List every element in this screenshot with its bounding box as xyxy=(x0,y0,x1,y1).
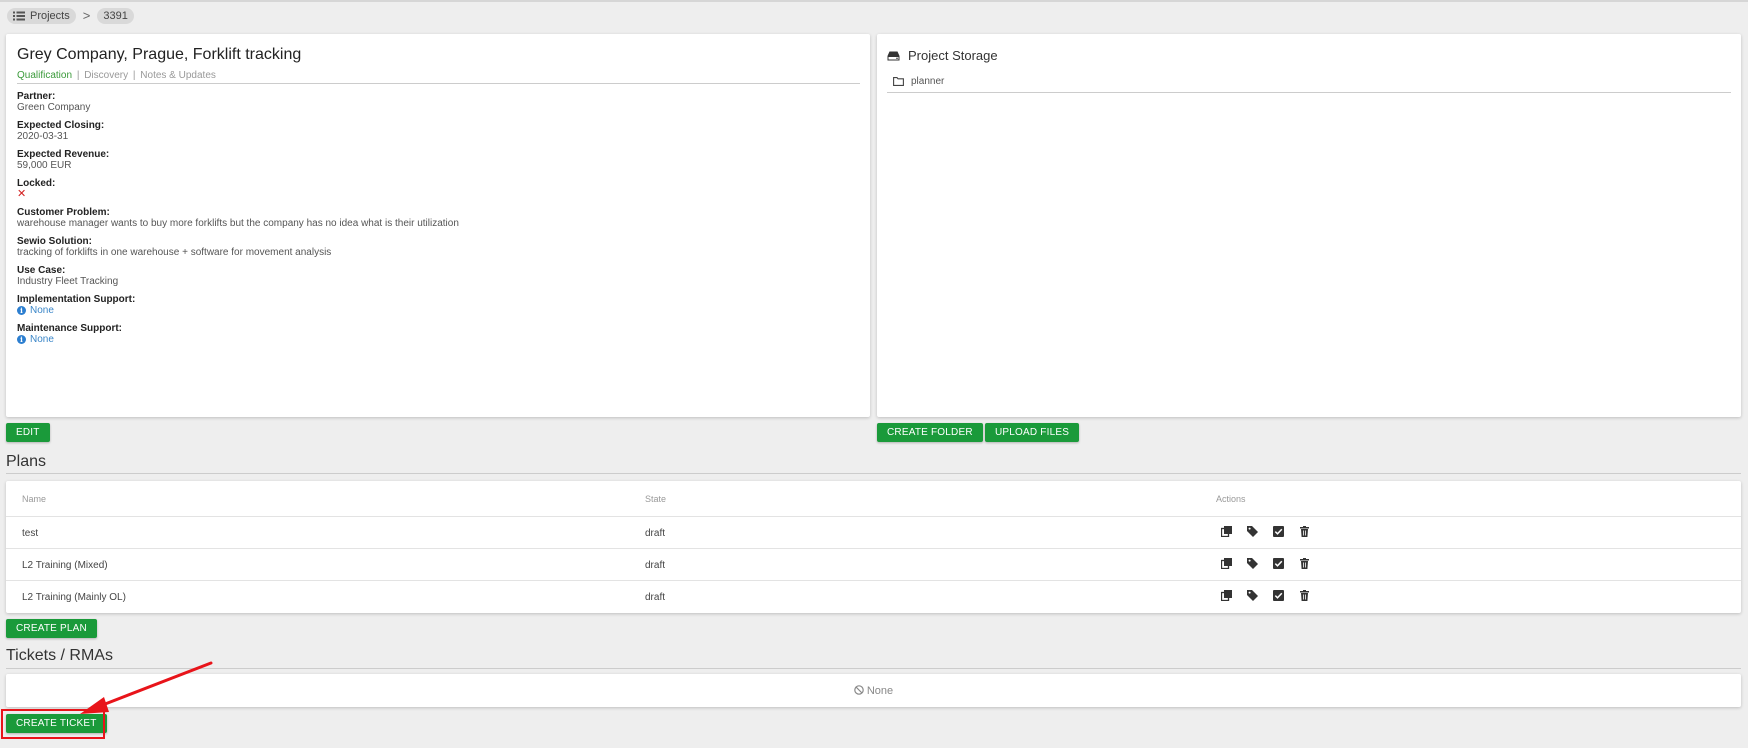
project-title: Grey Company, Prague, Forklift tracking xyxy=(17,46,302,63)
top-border xyxy=(0,0,1748,2)
breadcrumb-separator: > xyxy=(82,8,91,23)
breadcrumb-projects[interactable]: Projects xyxy=(7,8,76,24)
tab-separator: | xyxy=(76,70,80,81)
row-actions xyxy=(1221,558,1325,569)
tickets-list: None xyxy=(6,674,1741,707)
cross-icon: ✕ xyxy=(17,188,27,200)
field-value: 59,000 EUR xyxy=(17,160,72,171)
row-actions xyxy=(1221,590,1325,601)
field-label: Customer Problem: xyxy=(17,207,110,218)
field-use-case: Use Case: Industry Fleet Tracking xyxy=(17,265,860,287)
trash-icon[interactable] xyxy=(1299,558,1310,569)
storage-divider xyxy=(887,92,1731,93)
tickets-empty-state: None xyxy=(6,685,1741,697)
tag-icon[interactable] xyxy=(1247,526,1258,537)
hard-drive-icon xyxy=(887,51,900,60)
column-state: State xyxy=(645,494,667,504)
tickets-rule xyxy=(6,668,1741,669)
field-partner: Partner: Green Company xyxy=(17,91,860,113)
field-value: Industry Fleet Tracking xyxy=(17,276,119,287)
project-tabs: Qualification | Discovery | Notes & Upda… xyxy=(17,70,860,84)
list-icon xyxy=(13,11,25,21)
field-label: Locked: xyxy=(17,178,56,189)
plan-name[interactable]: L2 Training (Mixed) xyxy=(22,560,108,571)
table-row: test draft xyxy=(6,517,1741,549)
row-actions xyxy=(1221,526,1325,537)
trash-icon[interactable] xyxy=(1299,526,1310,537)
breadcrumb-projects-label: Projects xyxy=(30,10,70,22)
tab-notes-updates[interactable]: Notes & Updates xyxy=(140,70,216,81)
upload-files-button[interactable]: UPLOAD FILES xyxy=(985,423,1080,442)
tab-discovery[interactable]: Discovery xyxy=(84,70,128,81)
folder-name: planner xyxy=(911,75,945,87)
storage-title: Project Storage xyxy=(908,48,998,63)
plans-heading: Plans xyxy=(6,453,47,470)
field-value: 2020-03-31 xyxy=(17,131,69,142)
field-label: Expected Revenue: xyxy=(17,149,110,160)
project-storage-card: Project Storage planner xyxy=(877,34,1741,417)
table-row: L2 Training (Mixed) draft xyxy=(6,549,1741,581)
field-expected-closing: Expected Closing: 2020-03-31 xyxy=(17,120,860,142)
tag-icon[interactable] xyxy=(1247,558,1258,569)
field-implementation-support: Implementation Support: i None xyxy=(17,294,860,316)
field-value[interactable]: i None xyxy=(17,334,860,345)
field-value: Green Company xyxy=(17,102,91,113)
field-sewio-solution: Sewio Solution: tracking of forklifts in… xyxy=(17,236,860,258)
copy-icon[interactable] xyxy=(1221,558,1232,569)
copy-icon[interactable] xyxy=(1221,526,1232,537)
checkbox-icon[interactable] xyxy=(1273,558,1284,569)
breadcrumb-id-label: 3391 xyxy=(103,10,128,22)
field-maintenance-support: Maintenance Support: i None xyxy=(17,323,860,345)
tickets-heading: Tickets / RMAs xyxy=(6,647,113,664)
column-actions: Actions xyxy=(1216,494,1246,504)
folder-icon xyxy=(893,76,904,86)
field-value: warehouse manager wants to buy more fork… xyxy=(17,218,459,229)
field-locked: Locked: ✕ xyxy=(17,178,860,200)
field-label: Use Case: xyxy=(17,265,66,276)
breadcrumb: Projects > 3391 xyxy=(7,8,134,24)
plan-state: draft xyxy=(645,592,666,603)
checkbox-icon[interactable] xyxy=(1273,526,1284,537)
field-label: Maintenance Support: xyxy=(17,323,123,334)
plan-state: draft xyxy=(645,560,666,571)
highlight-box xyxy=(1,709,105,739)
column-name: Name xyxy=(22,494,47,504)
field-expected-revenue: Expected Revenue: 59,000 EUR xyxy=(17,149,860,171)
plans-rule xyxy=(6,473,1741,474)
field-label: Sewio Solution: xyxy=(17,236,92,247)
breadcrumb-project-id[interactable]: 3391 xyxy=(97,8,134,24)
field-value[interactable]: i None xyxy=(17,305,860,316)
plan-name[interactable]: L2 Training (Mainly OL) xyxy=(22,592,126,603)
checkbox-icon[interactable] xyxy=(1273,590,1284,601)
create-plan-button[interactable]: CREATE PLAN xyxy=(6,619,97,638)
tab-separator: | xyxy=(132,70,136,81)
tickets-empty-label: None xyxy=(866,685,894,697)
implementation-support-value: None xyxy=(30,305,54,316)
folder-item-planner[interactable]: planner xyxy=(893,74,1731,88)
plan-name[interactable]: test xyxy=(22,528,38,539)
info-icon: i xyxy=(17,335,26,344)
field-label: Expected Closing: xyxy=(17,120,105,131)
trash-icon[interactable] xyxy=(1299,590,1310,601)
field-label: Implementation Support: xyxy=(17,294,136,305)
create-folder-button[interactable]: CREATE FOLDER xyxy=(877,423,983,442)
tag-icon[interactable] xyxy=(1247,590,1258,601)
copy-icon[interactable] xyxy=(1221,590,1232,601)
project-details-card: Grey Company, Prague, Forklift tracking … xyxy=(6,34,870,417)
plans-table: Name State Actions test draft L2 Trainin… xyxy=(6,481,1741,613)
edit-button[interactable]: EDIT xyxy=(6,423,50,442)
info-icon: i xyxy=(17,306,26,315)
maintenance-support-value: None xyxy=(30,334,54,345)
storage-header: Project Storage xyxy=(887,48,1731,63)
table-header: Name State Actions xyxy=(6,481,1741,517)
field-value: tracking of forklifts in one warehouse +… xyxy=(17,247,332,258)
tab-qualification[interactable]: Qualification xyxy=(17,70,72,81)
table-row: L2 Training (Mainly OL) draft xyxy=(6,581,1741,613)
field-label: Partner: xyxy=(17,91,56,102)
field-customer-problem: Customer Problem: warehouse manager want… xyxy=(17,207,860,229)
plan-state: draft xyxy=(645,528,666,539)
ban-icon xyxy=(854,685,864,695)
